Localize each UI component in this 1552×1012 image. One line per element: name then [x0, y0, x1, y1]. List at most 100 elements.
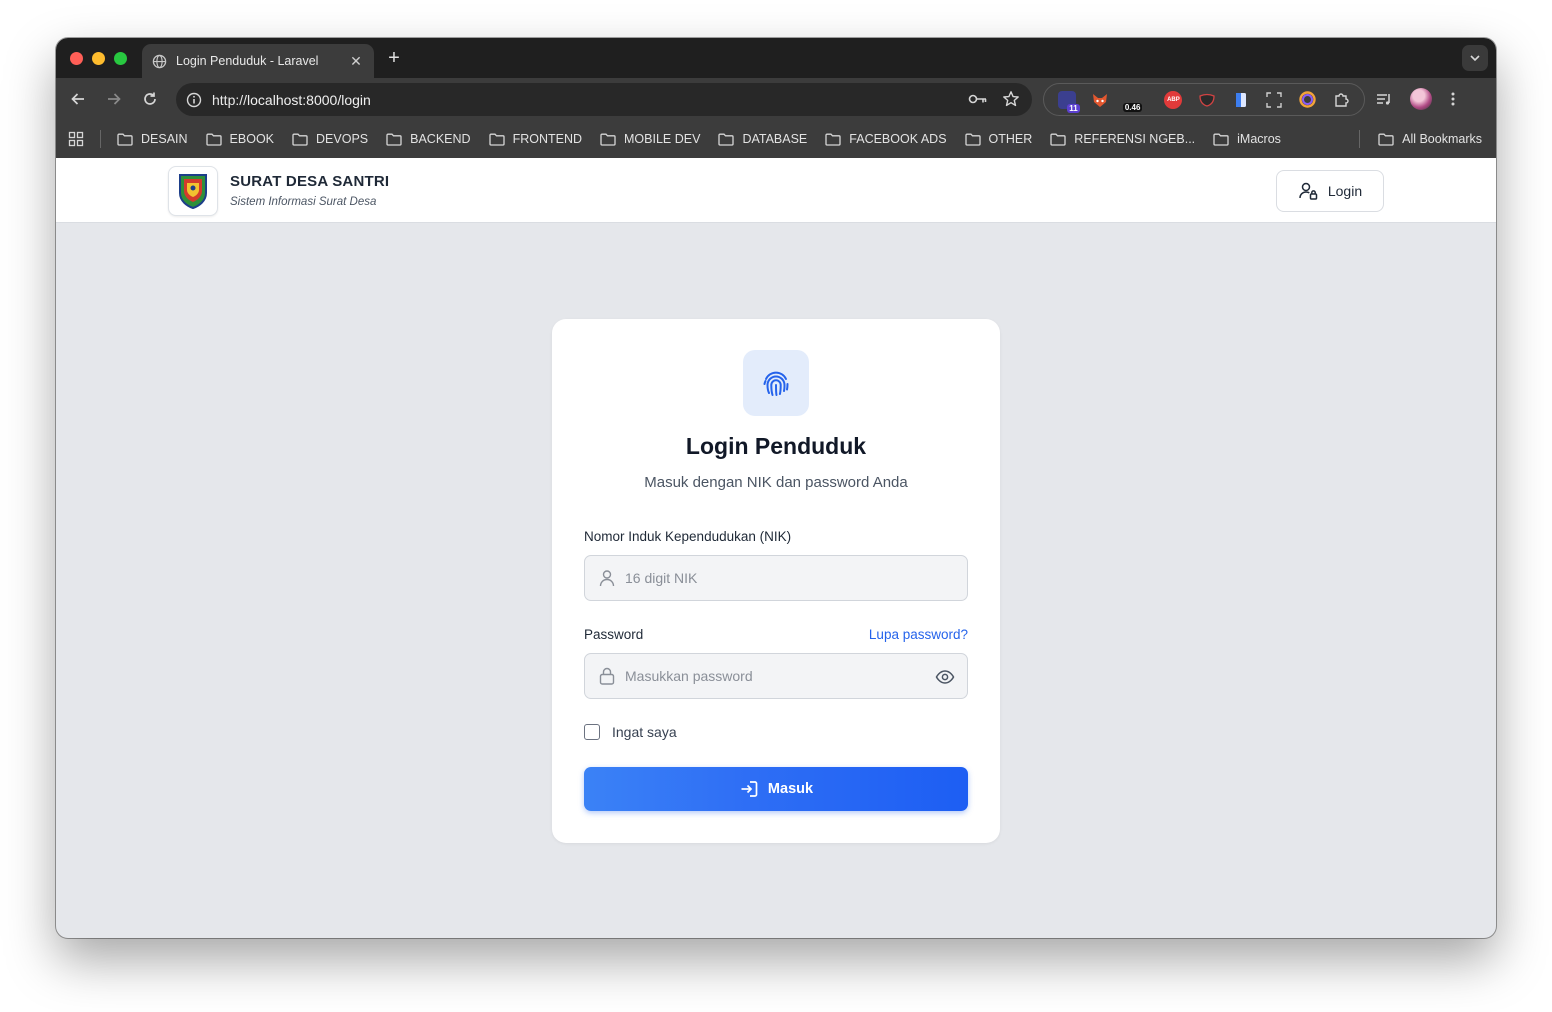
profile-avatar[interactable] [1410, 88, 1432, 110]
reload-icon [144, 92, 156, 105]
bookmark-star-icon[interactable] [1002, 90, 1020, 108]
remember-me: Ingat saya [584, 724, 677, 740]
card-subtitle: Masuk dengan NIK dan password Anda [644, 474, 908, 491]
card-title: Login Penduduk [685, 433, 867, 459]
bookmark-folder[interactable]: DATABASE [718, 132, 807, 146]
close-window-button[interactable] [70, 52, 83, 65]
bookmark-folder-label: MOBILE DEV [624, 132, 701, 146]
bookmark-folder[interactable]: FRONTEND [488, 132, 583, 146]
url-text: http://localhost:8000/login [212, 91, 371, 108]
tab-title: Login Penduduk - Laravel [176, 54, 319, 68]
folder-icon [1378, 133, 1394, 146]
extensions-group: 11 0.46 ABP [1043, 83, 1365, 116]
folder-icon [205, 133, 222, 146]
forgot-password-link[interactable]: Lupa password? [869, 627, 968, 642]
bookmarks-divider [100, 130, 101, 148]
remember-me-label: Ingat saya [612, 724, 677, 740]
user-lock-icon [1299, 182, 1318, 200]
counter-extension-icon[interactable]: 0.46 [1122, 91, 1149, 112]
bookmarks-divider [1359, 130, 1360, 148]
site-info-icon[interactable] [186, 92, 202, 108]
adblock-icon[interactable]: ABP [1164, 90, 1183, 109]
bookmark-folder-label: OTHER [988, 132, 1033, 146]
brand-title: SURAT DESA SANTRI [230, 173, 390, 190]
bookmark-folder-label: EBOOK [229, 132, 275, 146]
nik-label: Nomor Induk Kependudukan (NIK) [584, 529, 792, 544]
bookmark-folder[interactable]: EBOOK [205, 132, 275, 146]
reading-list-icon[interactable] [1376, 91, 1392, 107]
reload-button[interactable] [140, 89, 160, 109]
chevron-down-icon [1470, 55, 1480, 62]
password-input[interactable] [625, 668, 915, 684]
bookmarks-bar: DESAIN EBOOK DEVOPS BACKEND FRONTEND MOBILE D… [56, 120, 1496, 158]
submit-login-button[interactable]: Masuk [584, 767, 968, 811]
bookmark-folder-list: DESAIN EBOOK DEVOPS BACKEND FRONTEND MOBILE D… [117, 132, 1299, 146]
globe-icon [152, 54, 167, 69]
tab-search-button[interactable] [1462, 45, 1488, 71]
bookmark-folder[interactable]: FACEBOOK ADS [825, 132, 947, 146]
header-login-button[interactable]: Login [1276, 170, 1384, 212]
nik-input[interactable] [625, 570, 915, 586]
arrow-left-icon [71, 93, 84, 105]
nik-field[interactable] [584, 555, 968, 601]
tab-bar: Login Penduduk - Laravel ✕ + [56, 38, 1496, 78]
more-menu-icon[interactable] [1450, 91, 1456, 107]
folder-icon [488, 133, 505, 146]
bookmark-folder[interactable]: BACKEND [386, 132, 471, 146]
login-card: Login Penduduk Masuk dengan NIK dan pass… [552, 319, 1000, 843]
remember-me-checkbox[interactable] [584, 724, 600, 740]
arrow-right-icon [108, 93, 121, 105]
bookmark-folder-label: FACEBOOK ADS [849, 132, 947, 146]
bookmark-folder-label: BACKEND [410, 132, 471, 146]
back-button[interactable] [68, 89, 88, 109]
toggle-password-visibility-icon[interactable] [935, 667, 955, 687]
puzzle-icon[interactable] [1332, 91, 1350, 109]
close-tab-icon[interactable]: ✕ [348, 53, 364, 70]
address-bar[interactable]: http://localhost:8000/login [176, 83, 1032, 116]
color-extension-icon[interactable] [1299, 91, 1317, 109]
all-bookmarks-button[interactable]: All Bookmarks [1378, 132, 1482, 146]
folder-icon [386, 133, 402, 146]
app-header: SURAT DESA SANTRI Sistem Informasi Surat… [56, 158, 1496, 223]
bookmark-folder[interactable]: OTHER [964, 132, 1033, 146]
fingerprint-icon [763, 371, 789, 396]
maximize-window-button[interactable] [114, 52, 127, 65]
browser-window: Login Penduduk - Laravel ✕ + http://loca… [56, 38, 1496, 938]
login-arrow-icon [741, 781, 758, 797]
bookmark-folder[interactable]: DESAIN [117, 132, 188, 146]
browser-toolbar: http://localhost:8000/login 11 0.46 ABP [56, 78, 1496, 120]
village-emblem-logo[interactable] [168, 166, 218, 216]
password-field[interactable] [584, 653, 968, 699]
folder-icon [117, 133, 133, 146]
lock-icon [599, 667, 615, 685]
fox-extension-icon[interactable] [1091, 91, 1109, 109]
bookmark-folder-label: FRONTEND [512, 132, 583, 146]
folder-icon [825, 133, 841, 146]
bookmark-folder-label: REFERENSI NGEB... [1074, 132, 1196, 146]
forward-button[interactable] [104, 89, 124, 109]
browser-tab-active[interactable]: Login Penduduk - Laravel ✕ [142, 44, 374, 78]
fingerprint-badge [743, 350, 809, 416]
bookmark-folder-label: DATABASE [742, 132, 808, 146]
folder-icon [292, 133, 308, 146]
bookmark-folder-label: DEVOPS [316, 132, 369, 146]
folder-icon [964, 133, 981, 146]
screenshot-extension-icon[interactable] [1265, 91, 1283, 109]
password-label: Password [584, 627, 644, 642]
user-icon [599, 570, 615, 587]
folder-icon [1050, 133, 1066, 146]
bookmark-folder-label: iMacros [1237, 132, 1281, 146]
bookmark-folder[interactable]: REFERENSI NGEB... [1050, 132, 1195, 146]
bookmark-folder[interactable]: DEVOPS [292, 132, 368, 146]
ext-badge-icon[interactable]: 11 [1057, 90, 1080, 113]
apps-grid-icon[interactable] [68, 131, 84, 147]
bookmark-folder[interactable]: iMacros [1213, 132, 1281, 146]
bookmark-folder[interactable]: MOBILE DEV [600, 132, 700, 146]
folder-icon [600, 133, 616, 146]
file-extension-icon[interactable] [1232, 91, 1250, 109]
mask-extension-icon[interactable] [1198, 91, 1216, 109]
password-key-icon[interactable] [968, 90, 988, 108]
new-tab-button[interactable]: + [384, 47, 404, 69]
minimize-window-button[interactable] [92, 52, 105, 65]
brand-subtitle: Sistem Informasi Surat Desa [230, 196, 377, 208]
